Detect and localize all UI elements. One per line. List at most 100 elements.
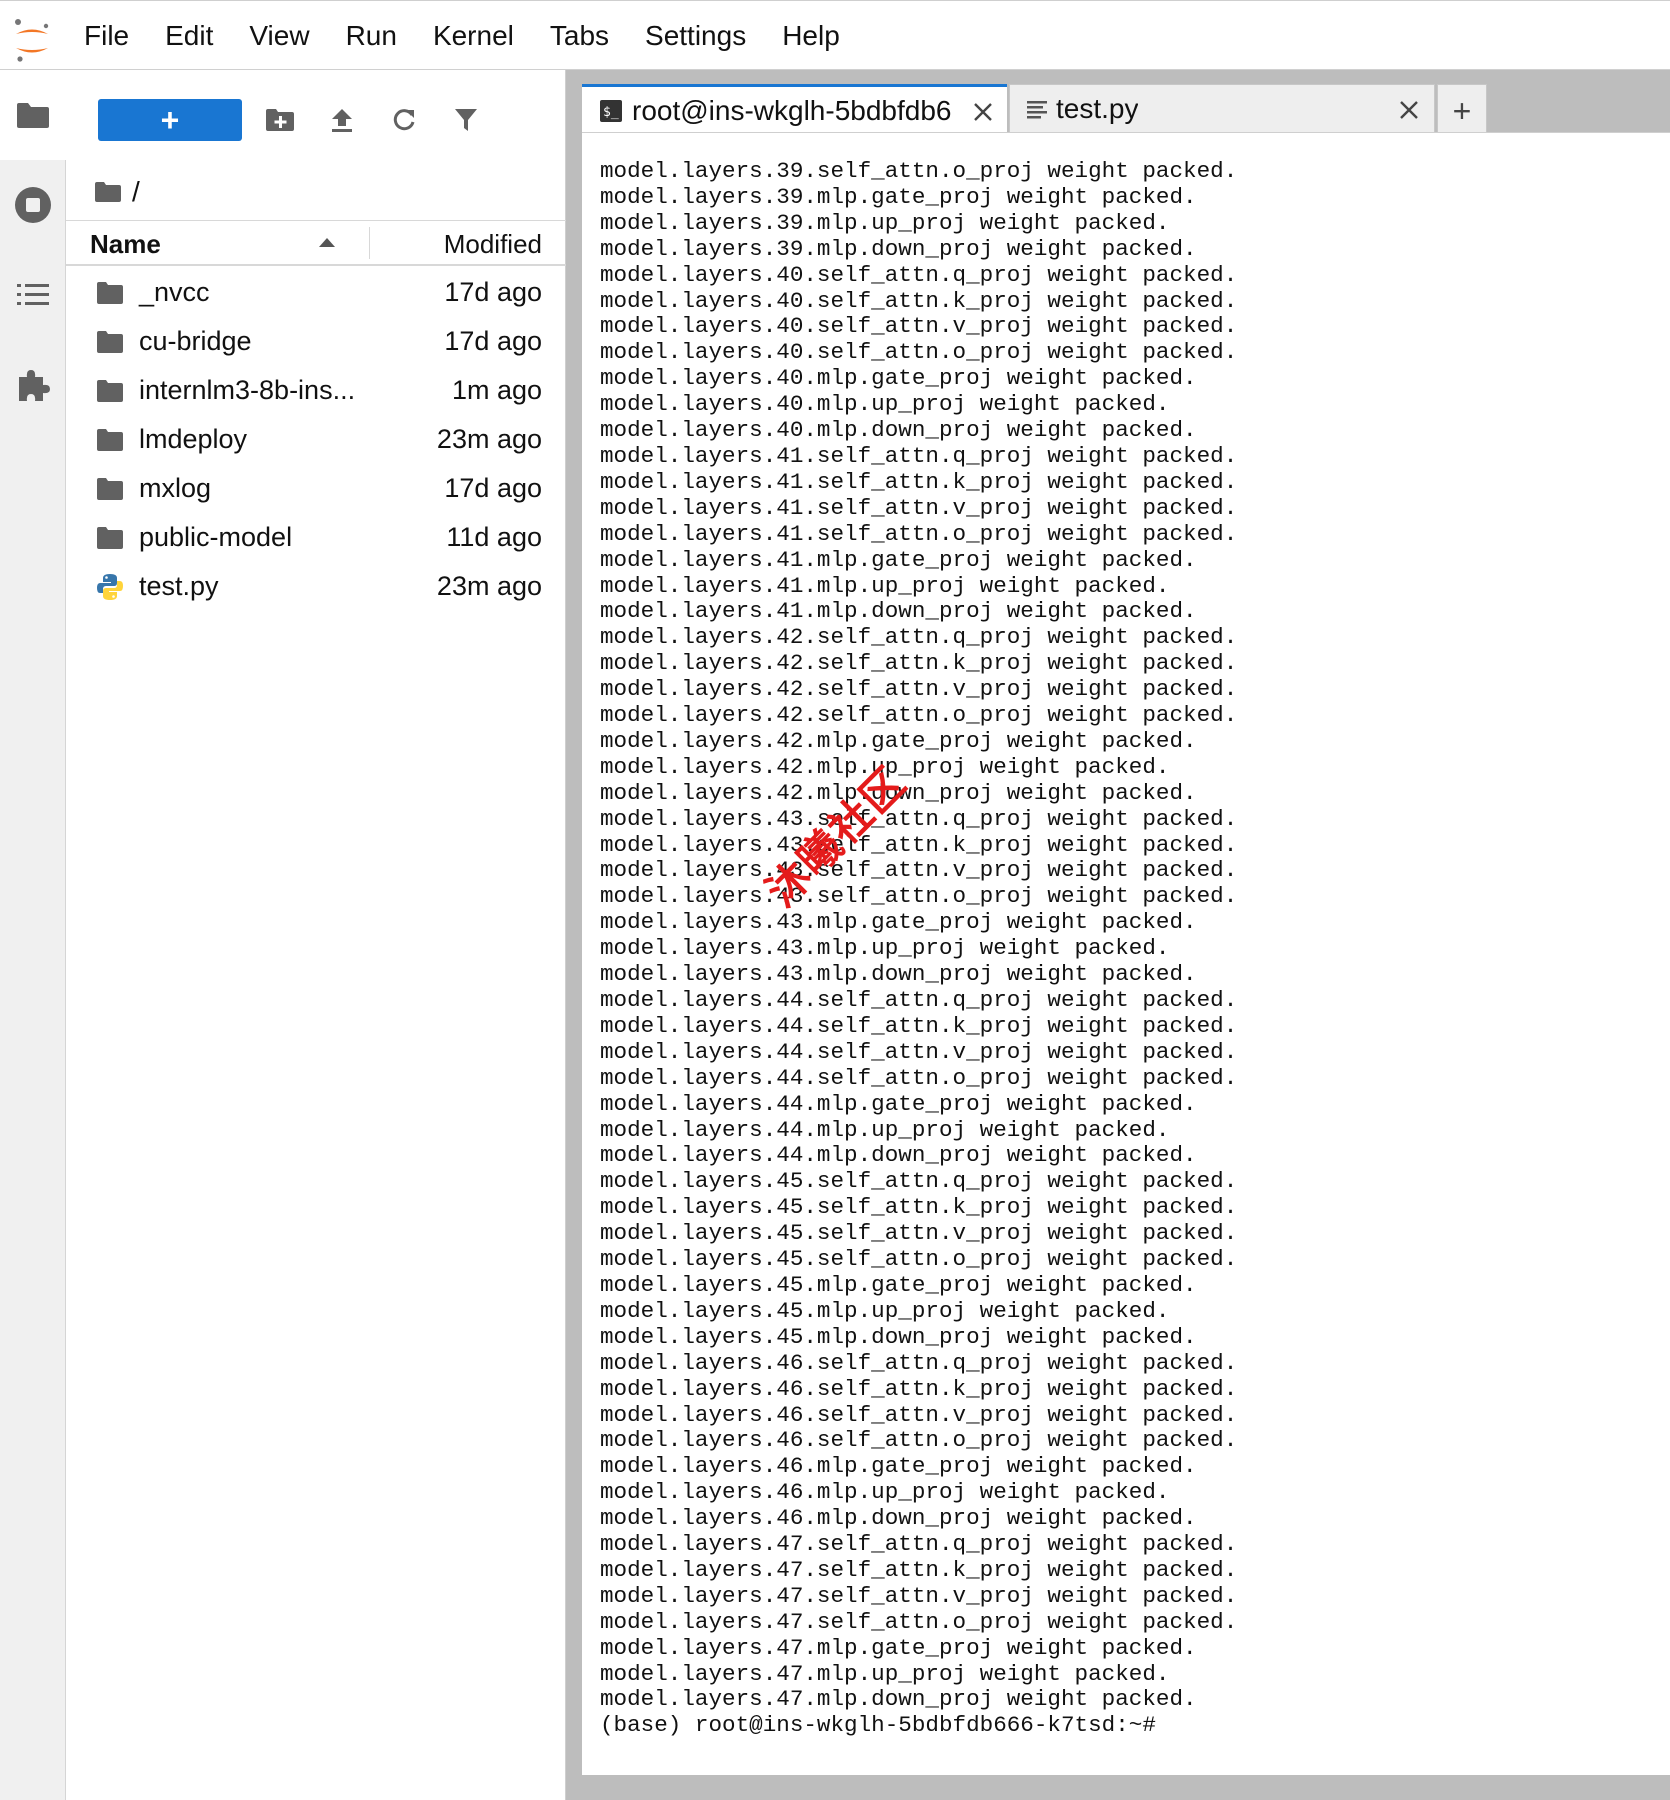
terminal-line: model.layers.39.self_attn.o_proj weight …	[600, 158, 1238, 184]
upload-button[interactable]	[324, 102, 360, 138]
terminal-line: model.layers.40.self_attn.v_proj weight …	[600, 313, 1238, 340]
terminal-line: model.layers.45.self_attn.v_proj weight …	[600, 1220, 1238, 1247]
close-icon[interactable]	[1396, 97, 1422, 123]
activity-bar	[0, 70, 66, 1800]
new-folder-button[interactable]	[262, 102, 298, 138]
terminal-line: model.layers.45.mlp.gate_proj weight pac…	[600, 1271, 1197, 1298]
terminal-line: model.layers.41.mlp.up_proj weight packe…	[600, 572, 1170, 599]
folder-icon[interactable]	[94, 181, 122, 203]
file-modified: 23m ago	[436, 424, 542, 454]
folder-icon	[97, 478, 123, 500]
terminal-icon: $_	[600, 100, 622, 122]
file-modified: 17d ago	[444, 277, 542, 307]
terminal-line: model.layers.41.mlp.gate_proj weight pac…	[600, 546, 1197, 573]
terminal-line: model.layers.40.mlp.gate_proj weight pac…	[600, 365, 1197, 392]
folder-icon	[97, 380, 123, 402]
folder-icon	[97, 331, 123, 353]
menu-view[interactable]: View	[231, 20, 327, 52]
file-browser-tab[interactable]	[0, 70, 66, 160]
menu-settings[interactable]: Settings	[627, 20, 764, 52]
terminal-panel[interactable]: model.layers.39.self_attn.o_proj weight …	[582, 132, 1670, 1775]
menu-kernel[interactable]: Kernel	[415, 20, 532, 52]
tab-bar: $_ root@ins-wkglh-5bdbfdb6 test.py +	[566, 70, 1670, 136]
file-name: test.py	[139, 571, 219, 601]
folder-icon	[97, 282, 123, 304]
file-row[interactable]: mxlog 17d ago	[66, 466, 566, 515]
file-list: _nvcc 17d ago cu-bridge 17d ago internlm…	[66, 270, 566, 613]
terminal-line: model.layers.39.mlp.up_proj weight packe…	[600, 209, 1170, 236]
filter-button[interactable]	[448, 102, 484, 138]
terminal-line: model.layers.40.self_attn.q_proj weight …	[600, 261, 1238, 288]
column-name-header[interactable]: Name	[90, 229, 161, 260]
file-name: _nvcc	[139, 277, 210, 307]
new-launcher-button[interactable]: +	[98, 99, 242, 141]
file-row[interactable]: lmdeploy 23m ago	[66, 417, 566, 466]
menu-help[interactable]: Help	[764, 20, 858, 52]
terminal-line: model.layers.43.self_attn.q_proj weight …	[600, 805, 1238, 832]
file-name: mxlog	[139, 473, 212, 503]
file-list-header: Name Modified	[66, 220, 566, 266]
terminal-line: model.layers.39.mlp.gate_proj weight pac…	[600, 183, 1197, 210]
jupyter-logo-icon[interactable]	[12, 17, 52, 65]
column-modified-header[interactable]: Modified	[444, 229, 542, 260]
file-name: internlm3-8b-ins...	[139, 375, 356, 405]
file-row[interactable]: public-model 11d ago	[66, 515, 566, 564]
terminal-line: model.layers.45.mlp.down_proj weight pac…	[600, 1323, 1197, 1350]
add-tab-button[interactable]: +	[1437, 84, 1487, 136]
refresh-button[interactable]	[386, 102, 422, 138]
menu-file[interactable]: File	[66, 20, 147, 52]
main-dock-area: $_ root@ins-wkglh-5bdbfdb6 test.py + mod…	[566, 70, 1670, 1800]
file-row[interactable]: internlm3-8b-ins... 1m ago	[66, 368, 566, 417]
file-row[interactable]: _nvcc 17d ago	[66, 270, 566, 319]
file-browser-toolbar: +	[66, 70, 566, 170]
terminal-line: model.layers.43.self_attn.v_proj weight …	[600, 857, 1238, 884]
terminal-line: model.layers.40.mlp.down_proj weight pac…	[600, 417, 1197, 444]
terminal-line: model.layers.44.mlp.up_proj weight packe…	[600, 1116, 1170, 1143]
upload-icon	[332, 109, 352, 132]
table-of-contents-tab[interactable]	[0, 250, 66, 340]
terminal-line: model.layers.43.mlp.up_proj weight packe…	[600, 935, 1170, 962]
tab-testpy-label: test.py	[1056, 93, 1139, 124]
file-row[interactable]: test.py 23m ago	[66, 564, 566, 613]
terminal-line: model.layers.47.self_attn.v_proj weight …	[600, 1582, 1238, 1609]
terminal-line: model.layers.46.self_attn.v_proj weight …	[600, 1401, 1238, 1428]
refresh-icon	[393, 109, 415, 131]
menu-run[interactable]: Run	[328, 20, 415, 52]
terminal-line: model.layers.41.self_attn.o_proj weight …	[600, 520, 1238, 547]
menu-bar: File Edit View Run Kernel Tabs Settings …	[0, 0, 1670, 70]
terminal-line: model.layers.45.self_attn.k_proj weight …	[600, 1194, 1238, 1221]
breadcrumb: /	[94, 170, 140, 214]
terminal-output[interactable]: model.layers.39.self_attn.o_proj weight …	[600, 158, 1238, 1739]
folder-icon	[97, 429, 123, 451]
terminal-line: model.layers.43.self_attn.k_proj weight …	[600, 831, 1238, 858]
column-divider[interactable]	[369, 227, 370, 259]
terminal-line: model.layers.40.mlp.up_proj weight packe…	[600, 391, 1170, 418]
terminal-line: model.layers.43.mlp.gate_proj weight pac…	[600, 909, 1197, 936]
folder-icon	[97, 527, 123, 549]
extension-manager-tab[interactable]	[0, 340, 66, 430]
terminal-line: model.layers.47.self_attn.k_proj weight …	[600, 1556, 1238, 1583]
folder-icon	[17, 103, 49, 128]
breadcrumb-root[interactable]: /	[132, 176, 140, 208]
terminal-line: model.layers.42.mlp.gate_proj weight pac…	[600, 727, 1197, 754]
terminal-prompt[interactable]: (base) root@ins-wkglh-5bdbfdb666-k7tsd:~…	[600, 1712, 1156, 1738]
running-sessions-tab[interactable]	[0, 160, 66, 250]
tab-terminal-label: root@ins-wkglh-5bdbfdb6	[632, 95, 952, 126]
running-icon	[15, 187, 51, 223]
terminal-line: model.layers.44.self_attn.v_proj weight …	[600, 1038, 1238, 1065]
text-file-icon	[1027, 101, 1047, 119]
file-row[interactable]: cu-bridge 17d ago	[66, 319, 566, 368]
menu-tabs[interactable]: Tabs	[532, 20, 627, 52]
close-icon[interactable]	[970, 99, 996, 125]
terminal-line: model.layers.44.mlp.gate_proj weight pac…	[600, 1090, 1197, 1117]
terminal-line: model.layers.44.self_attn.o_proj weight …	[600, 1064, 1238, 1091]
toc-icon	[17, 284, 49, 305]
terminal-line: model.layers.44.mlp.down_proj weight pac…	[600, 1142, 1197, 1169]
terminal-line: model.layers.45.mlp.up_proj weight packe…	[600, 1297, 1170, 1324]
menu-edit[interactable]: Edit	[147, 20, 231, 52]
tab-terminal[interactable]: $_ root@ins-wkglh-5bdbfdb6	[582, 84, 1007, 136]
terminal-line: model.layers.46.self_attn.o_proj weight …	[600, 1427, 1238, 1454]
tab-testpy[interactable]: test.py	[1009, 84, 1435, 136]
file-browser: + / Name Modified _nvcc 17d ago cu-bridg…	[66, 70, 566, 1800]
terminal-line: model.layers.42.self_attn.q_proj weight …	[600, 624, 1238, 651]
